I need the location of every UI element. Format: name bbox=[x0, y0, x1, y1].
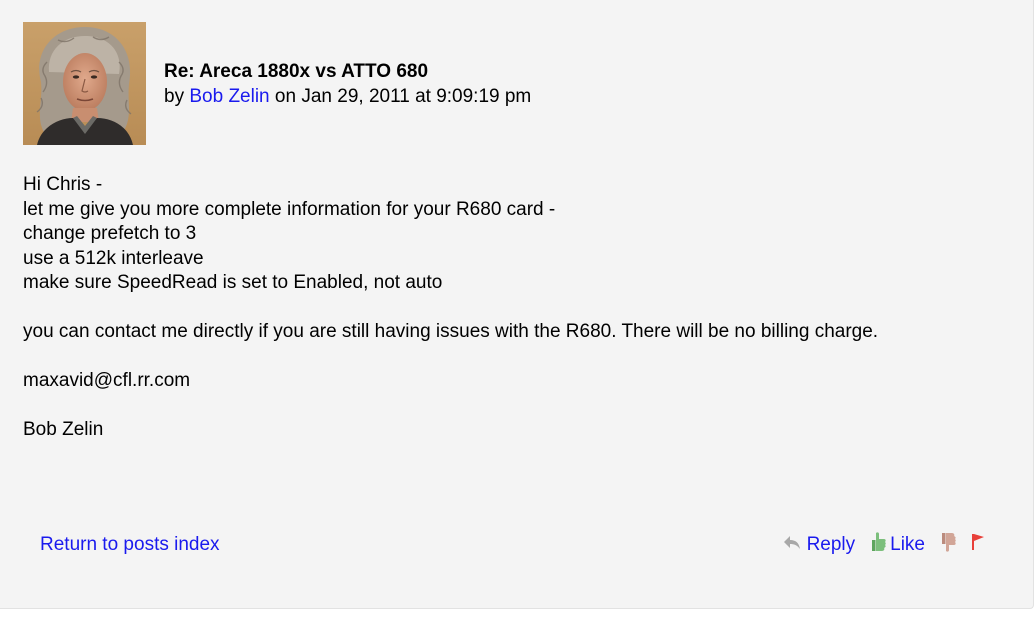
avatar[interactable] bbox=[23, 22, 146, 145]
post-actions: Reply Like bbox=[783, 532, 985, 558]
post-date: on Jan 29, 2011 at 9:09:19 pm bbox=[274, 86, 532, 107]
thumbs-down-icon[interactable] bbox=[941, 531, 957, 559]
reply-button[interactable]: Reply bbox=[807, 534, 856, 556]
body-line: Hi Chris - bbox=[23, 174, 103, 195]
post-body: Hi Chris - let me give you more complete… bbox=[23, 173, 1013, 443]
byline-prefix: by bbox=[164, 86, 185, 107]
author-link[interactable]: Bob Zelin bbox=[189, 86, 269, 107]
body-email: maxavid@cfl.rr.com bbox=[23, 370, 191, 391]
post-title: Re: Areca 1880x vs ATTO 680 bbox=[164, 61, 429, 82]
body-line: make sure SpeedRead is set to Enabled, n… bbox=[23, 272, 443, 293]
reply-arrow-icon[interactable] bbox=[783, 534, 801, 556]
post-byline: by Bob Zelin on Jan 29, 2011 at 9:09:19 … bbox=[164, 86, 531, 108]
body-line: you can contact me directly if you are s… bbox=[23, 321, 879, 342]
like-button[interactable]: Like bbox=[890, 534, 925, 556]
body-line: change prefetch to 3 bbox=[23, 223, 197, 244]
post-container: Re: Areca 1880x vs ATTO 680 by Bob Zelin… bbox=[0, 0, 1034, 609]
thumbs-up-icon[interactable] bbox=[871, 531, 887, 559]
avatar-photo bbox=[23, 22, 146, 145]
body-signature: Bob Zelin bbox=[23, 419, 104, 440]
body-line: use a 512k interleave bbox=[23, 247, 204, 269]
body-line: let me give you more complete informatio… bbox=[23, 198, 556, 220]
return-to-index-link[interactable]: Return to posts index bbox=[40, 534, 220, 556]
flag-icon[interactable] bbox=[971, 533, 985, 557]
